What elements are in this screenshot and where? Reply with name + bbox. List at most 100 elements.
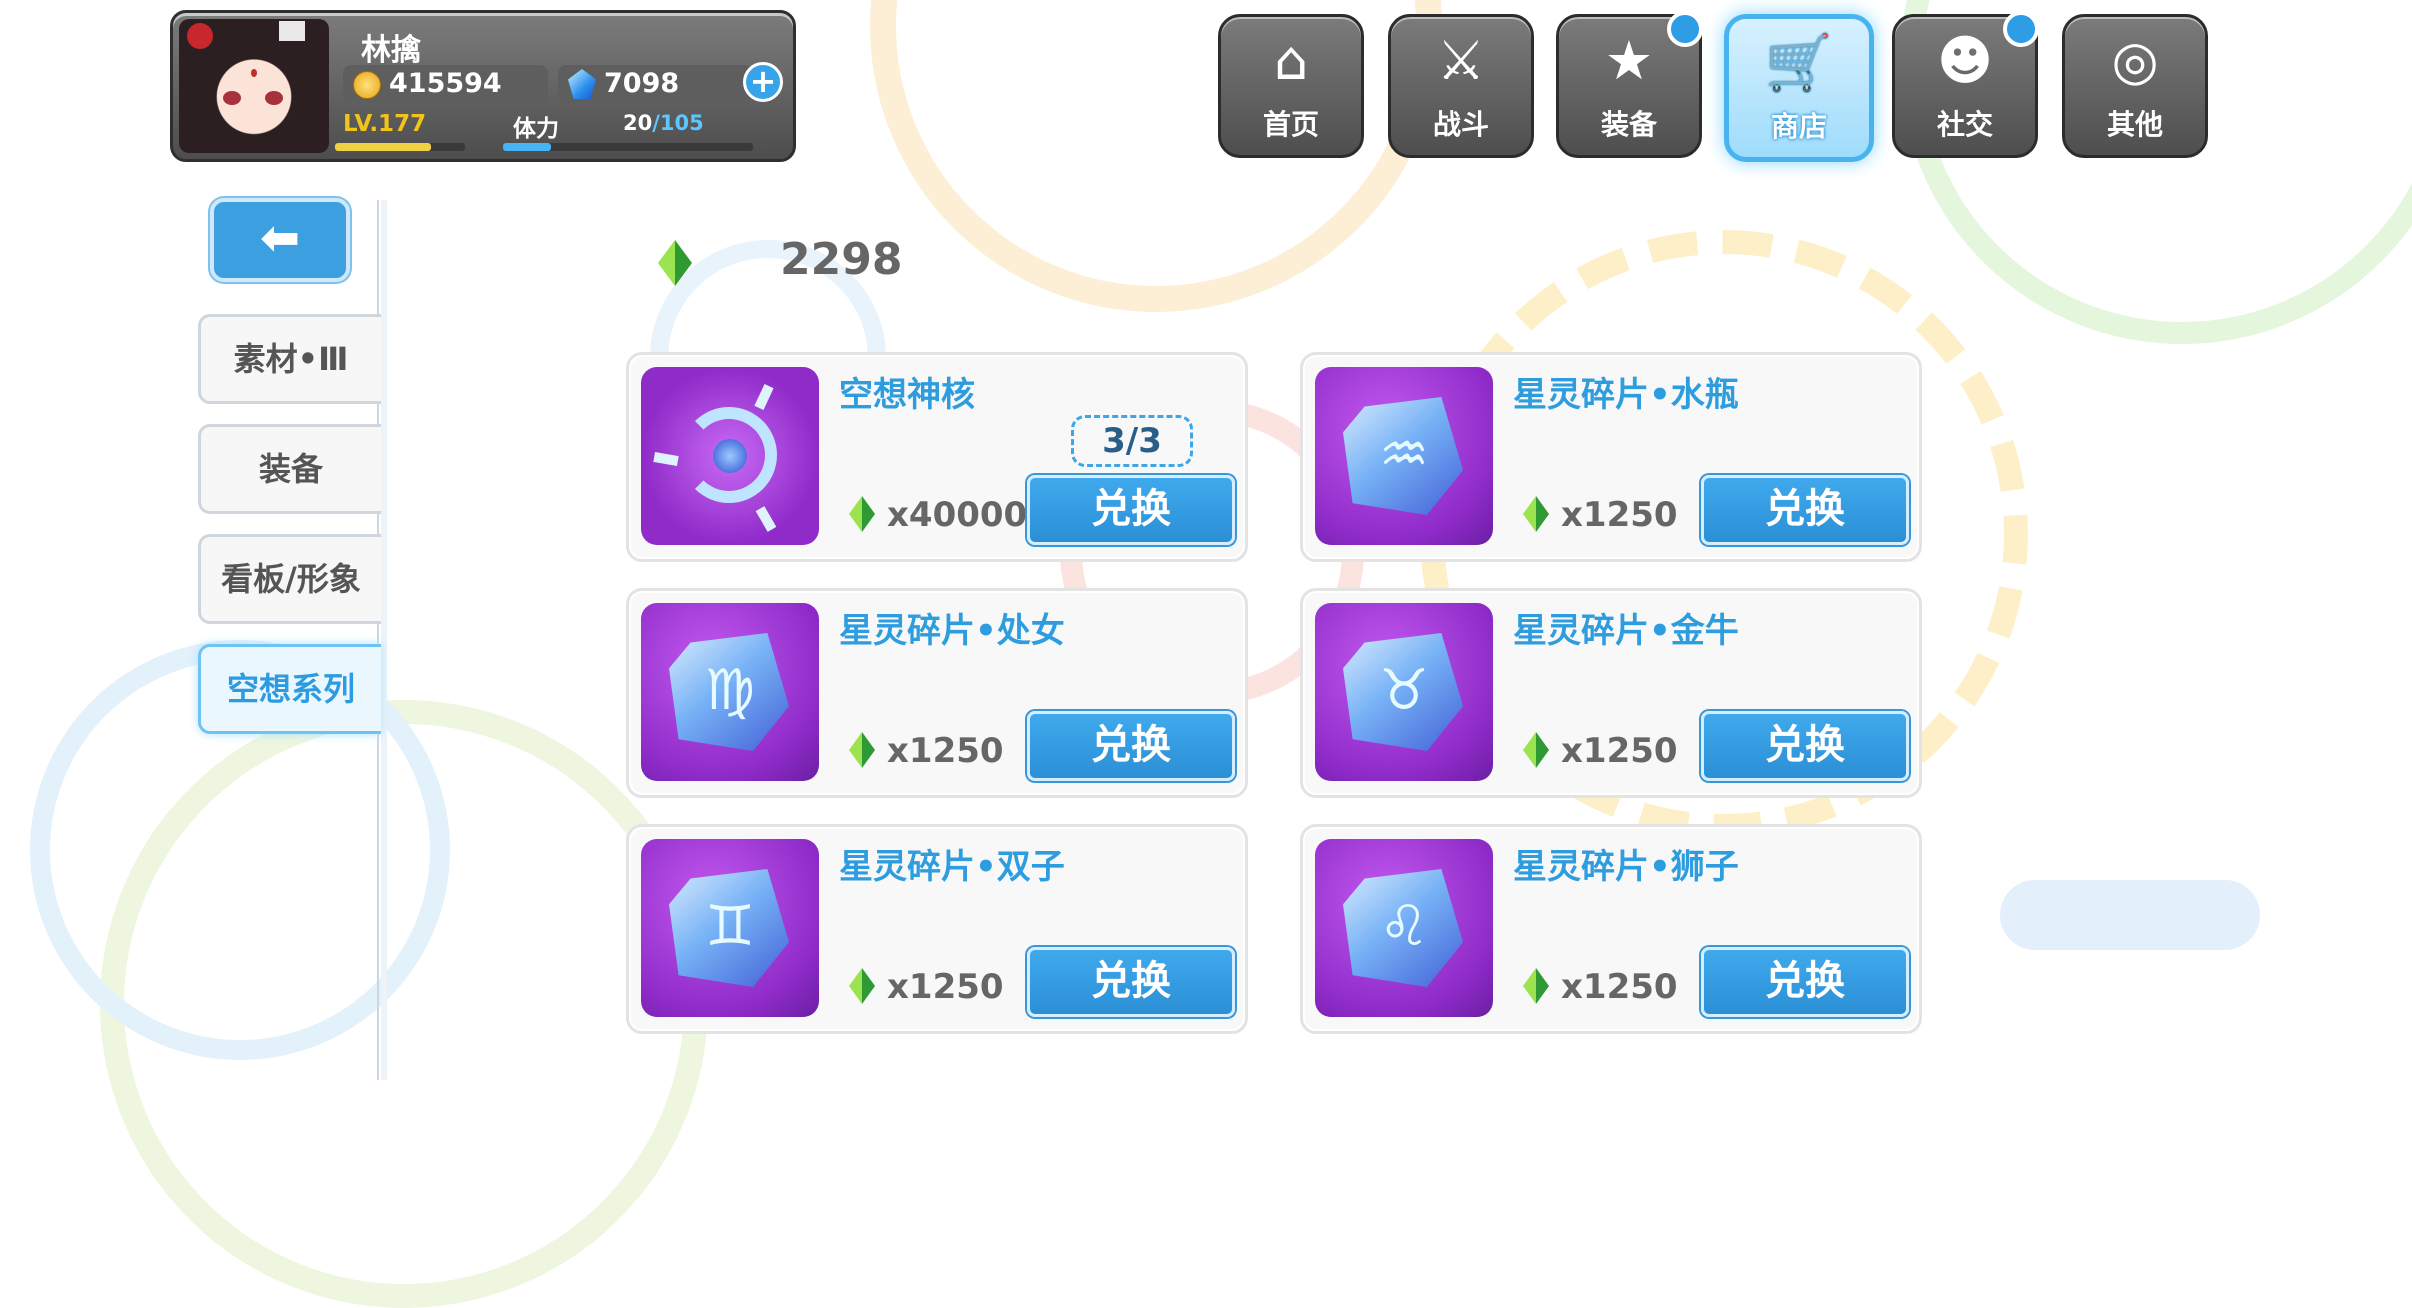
hair-ribbon-decoration — [279, 21, 305, 41]
coin-counter: 415594 — [343, 65, 548, 103]
item-name: 星灵碎片•双子 — [839, 847, 1065, 887]
zodiac-symbol: ♒ — [1378, 422, 1430, 487]
gem-value: 7098 — [604, 68, 680, 99]
shop-item-card: ♊ 星灵碎片•双子 x1250 兑换 — [626, 824, 1248, 1034]
stamina-label: 体力 — [513, 116, 559, 142]
green-crystal-icon — [1523, 732, 1549, 768]
item-name: 星灵碎片•水瓶 — [1513, 375, 1739, 415]
shop-currency-value: 2298 — [780, 234, 903, 285]
exchange-button[interactable]: 兑换 — [1701, 947, 1909, 1017]
item-price: x40000 — [849, 495, 1027, 535]
add-gems-button[interactable]: + — [743, 62, 783, 102]
stamina-progress-bar — [503, 143, 753, 151]
green-crystal-icon — [849, 496, 875, 532]
exchange-button[interactable]: 兑换 — [1701, 711, 1909, 781]
level-progress-fill — [335, 143, 432, 151]
stamina-current: 20 — [623, 111, 653, 135]
item-price: x1250 — [849, 967, 1004, 1007]
nav-label: 社交 — [1936, 108, 1993, 141]
nav-other-button[interactable]: ◎ 其他 — [2062, 14, 2208, 158]
nav-equipment-button[interactable]: ★ 装备 — [1556, 11, 1703, 158]
item-price: x1250 — [1523, 495, 1678, 535]
nav-label: 首页 — [1262, 108, 1319, 141]
price-value: x1250 — [887, 967, 1004, 1007]
item-name: 星灵碎片•金牛 — [1513, 611, 1739, 651]
core-spike — [653, 451, 679, 467]
leo-shard-icon: ♌ — [1315, 839, 1493, 1017]
shop-item-card: 空想神核 3/3 x40000 兑换 — [626, 352, 1248, 562]
notification-badge — [2003, 11, 2039, 47]
shop-item-card: ♌ 星灵碎片•狮子 x1250 兑换 — [1300, 824, 1922, 1034]
shop-item-card: ♉ 星灵碎片•金牛 x1250 兑换 — [1300, 588, 1922, 798]
item-name: 空想神核 — [839, 375, 975, 415]
forehead-mark — [251, 69, 257, 77]
other-icon: ◎ — [2111, 29, 2159, 92]
nav-label: 战斗 — [1432, 108, 1489, 141]
zodiac-symbol: ♉ — [1378, 658, 1430, 723]
taurus-shard-icon: ♉ — [1315, 603, 1493, 781]
item-name: 星灵碎片•狮子 — [1513, 847, 1739, 887]
stamina-value: 20/105 — [623, 111, 704, 135]
item-price: x1250 — [1523, 967, 1678, 1007]
nav-label: 其他 — [2106, 108, 2163, 141]
bg-ring-decoration — [100, 700, 708, 1308]
stamina-progress-fill — [503, 143, 551, 151]
player-name: 林擒 — [361, 33, 421, 68]
aquarius-shard-icon: ♒ — [1315, 367, 1493, 545]
gem-counter: 7098 — [558, 65, 753, 103]
blue-gem-icon — [568, 69, 596, 99]
core-spike — [754, 384, 774, 410]
side-tab-board-appearance[interactable]: 看板/形象 — [198, 534, 381, 624]
exchange-button[interactable]: 兑换 — [1027, 475, 1235, 545]
player-avatar[interactable] — [179, 19, 329, 153]
battle-icon: ⚔ — [1436, 29, 1486, 92]
gemini-shard-icon: ♊ — [641, 839, 819, 1017]
side-tab-equipment[interactable]: 装备 — [198, 424, 381, 514]
green-crystal-icon — [849, 968, 875, 1004]
price-value: x1250 — [1561, 495, 1678, 535]
zodiac-symbol: ♊ — [704, 894, 756, 959]
exchange-button[interactable]: 兑换 — [1701, 475, 1909, 545]
zodiac-symbol: ♌ — [1378, 894, 1430, 959]
green-crystal-icon — [849, 732, 875, 768]
price-value: x1250 — [887, 731, 1004, 771]
fantasy-core-icon — [641, 367, 819, 545]
bg-ring-decoration — [2000, 880, 2260, 950]
virgo-shard-icon: ♍ — [641, 603, 819, 781]
notification-badge — [1667, 11, 1703, 47]
green-crystal-icon — [1523, 496, 1549, 532]
nav-battle-button[interactable]: ⚔ 战斗 — [1388, 14, 1534, 158]
nav-shop-button[interactable]: 🛒 商店 — [1724, 14, 1874, 162]
price-value: x1250 — [1561, 967, 1678, 1007]
shop-item-card: ♍ 星灵碎片•处女 x1250 兑换 — [626, 588, 1248, 798]
price-value: x40000 — [887, 495, 1028, 535]
core-gem — [713, 439, 747, 473]
panel-divider-shadow — [381, 200, 387, 1080]
coin-icon — [353, 71, 381, 99]
side-tab-materials[interactable]: 素材•Ⅲ — [198, 314, 381, 404]
exchange-button[interactable]: 兑换 — [1027, 947, 1235, 1017]
hair-bow-decoration — [187, 23, 213, 49]
green-crystal-icon — [658, 240, 692, 286]
item-price: x1250 — [849, 731, 1004, 771]
stamina-max: /105 — [652, 111, 704, 135]
back-button[interactable]: ⬅ — [210, 198, 350, 282]
nav-home-button[interactable]: ⌂ 首页 — [1218, 14, 1364, 158]
shop-item-card: ♒ 星灵碎片•水瓶 x1250 兑换 — [1300, 352, 1922, 562]
nav-label: 商店 — [1770, 110, 1827, 143]
core-spike — [755, 506, 777, 532]
player-level: LV.177 — [343, 111, 427, 137]
nav-social-button[interactable]: ☻ 社交 — [1892, 11, 2039, 158]
level-progress-bar — [335, 143, 465, 151]
shop-icon: 🛒 — [1765, 31, 1833, 94]
player-profile-panel[interactable]: 林擒 415594 7098 LV.177 体力 20/105 — [170, 10, 796, 162]
green-crystal-icon — [1523, 968, 1549, 1004]
home-icon: ⌂ — [1273, 29, 1309, 92]
avatar-eye — [265, 91, 283, 105]
price-value: x1250 — [1561, 731, 1678, 771]
side-tab-fantasy-series[interactable]: 空想系列 — [198, 644, 381, 734]
item-price: x1250 — [1523, 731, 1678, 771]
nav-label: 装备 — [1600, 108, 1657, 141]
exchange-button[interactable]: 兑换 — [1027, 711, 1235, 781]
avatar-eye — [223, 91, 241, 105]
